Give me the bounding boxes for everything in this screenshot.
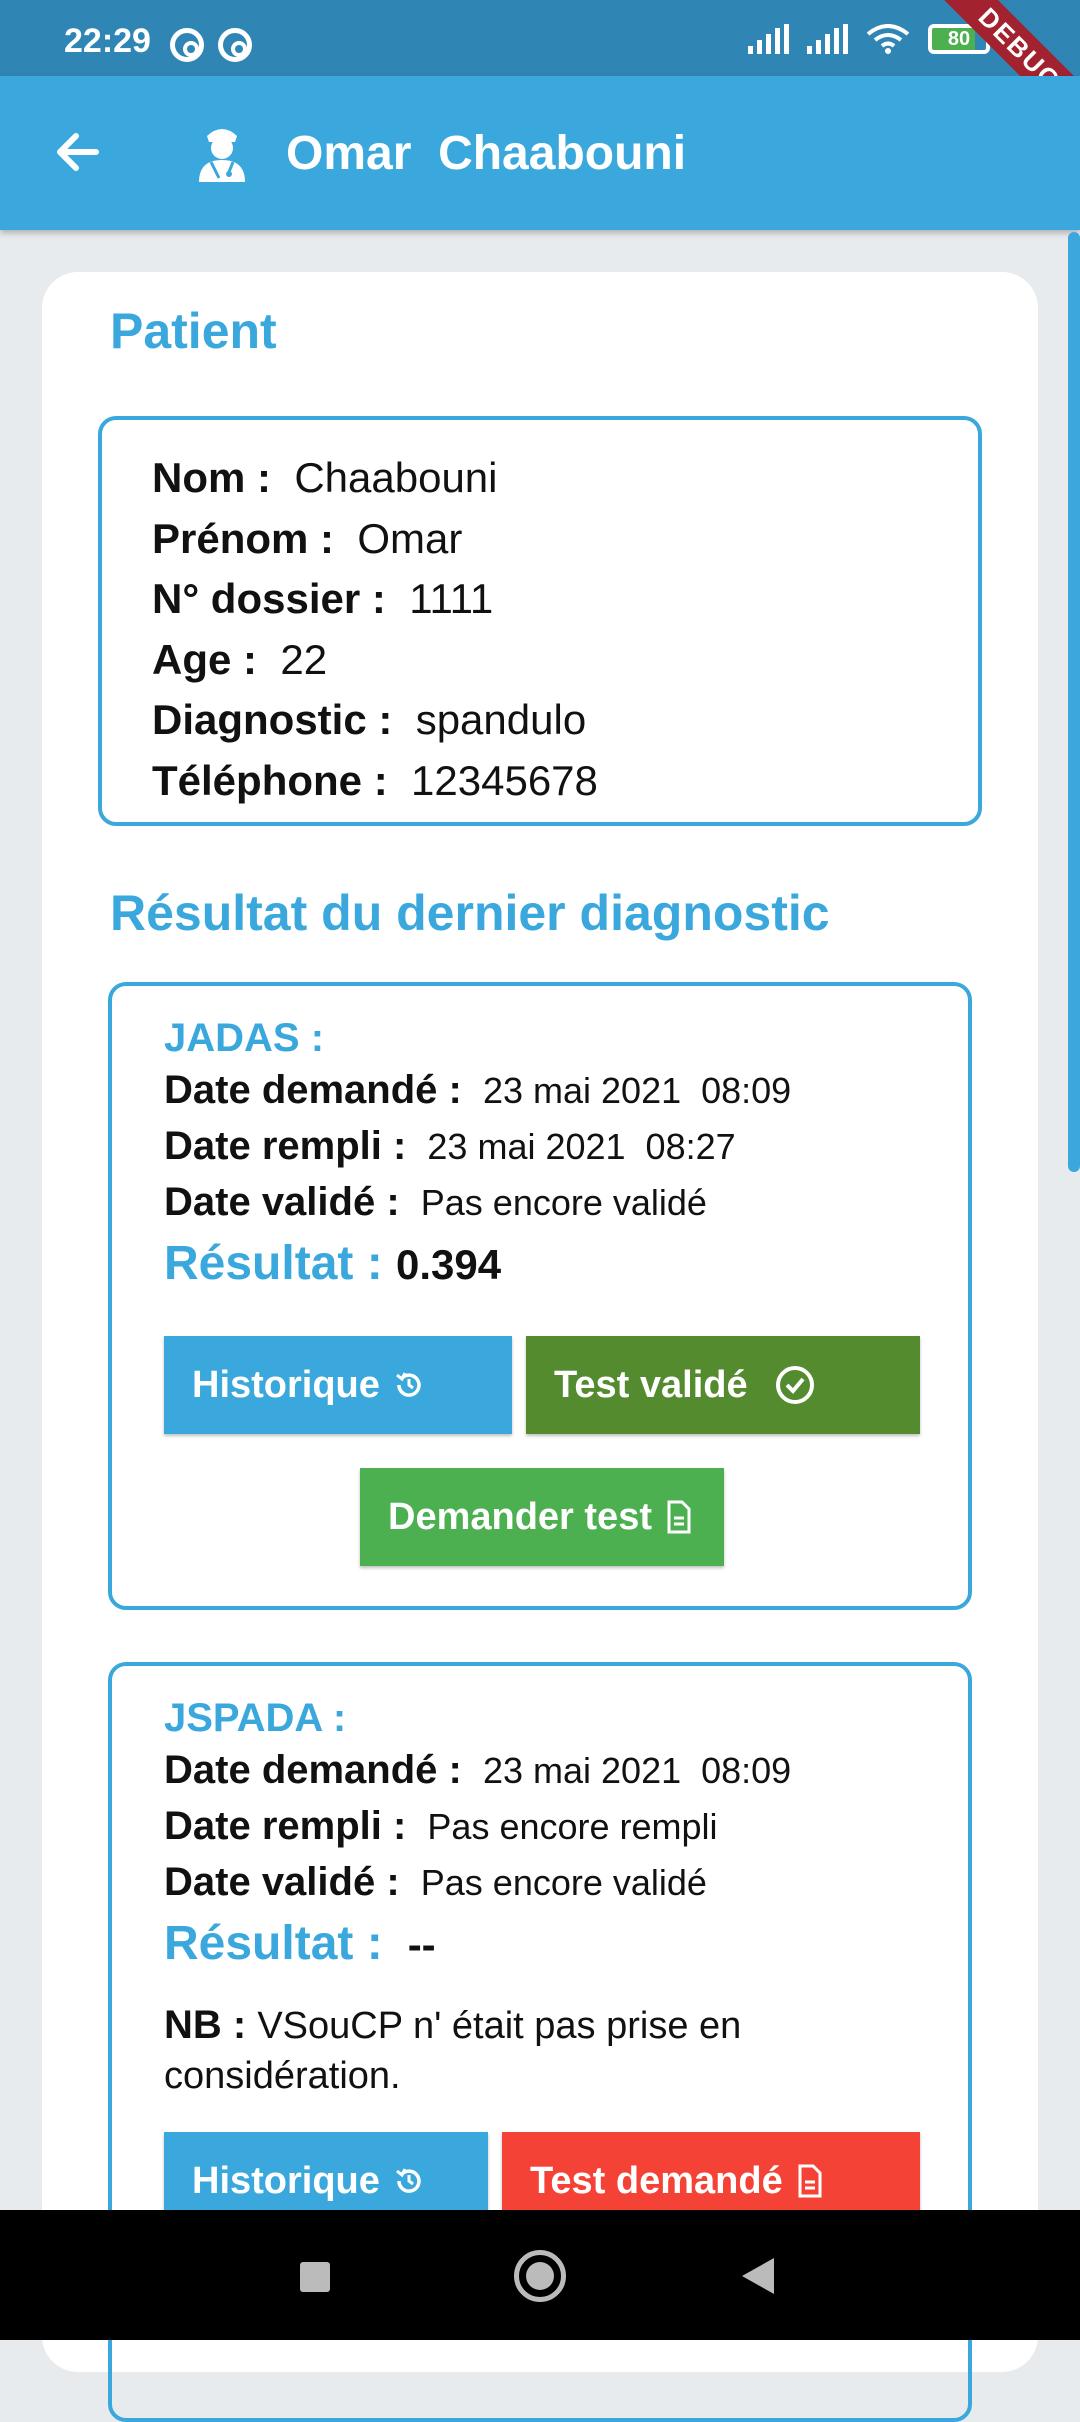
date-demande: Date demandé : 23 mai 2021 08:09 <box>164 1748 792 1792</box>
page-title: Omar Chaabouni <box>286 127 687 180</box>
test-card-jadas: JADAS : Date demandé : 23 mai 2021 08:09… <box>108 982 972 1610</box>
date-valide: Date validé : Pas encore validé <box>164 1860 707 1904</box>
field-nom: Nom : Chaabouni <box>152 454 498 501</box>
field-age: Age : 22 <box>152 635 328 683</box>
patient-info-box: Nom : Chaabouni Prénom : Omar N° dossier… <box>98 416 982 826</box>
nb-note: NB : VSouCP n' était pas prise en consid… <box>164 2003 742 2097</box>
demander-test-button[interactable]: Demander test <box>360 1468 724 1566</box>
patient-card: Patient Nom : Chaabouni Prénom : Omar N°… <box>42 272 1038 2422</box>
resultat: Résultat : 0.394 <box>164 1237 502 1290</box>
field-dossier: N° dossier : 1111 <box>152 575 494 622</box>
notification-icon <box>218 28 252 62</box>
scrollbar[interactable] <box>1068 232 1080 1172</box>
date-rempli: Date rempli : Pas encore rempli <box>164 1804 718 1848</box>
status-bar: 22:29 80 DEBUG <box>0 0 1080 76</box>
system-nav-bar <box>0 2210 1080 2340</box>
notification-icon <box>170 28 204 62</box>
test-name: JSPADA : <box>164 1696 347 1740</box>
resultat: Résultat : -- <box>164 1917 436 1970</box>
section-title-results: Résultat du dernier diagnostic <box>110 885 830 941</box>
home-icon[interactable] <box>514 2250 566 2302</box>
history-icon <box>395 1372 421 1397</box>
field-diagnostic: Diagnostic : spandulo <box>152 696 587 743</box>
test-name: JADAS : <box>164 1016 325 1060</box>
date-demande: Date demandé : 23 mai 2021 08:09 <box>164 1068 792 1112</box>
test-valide-button[interactable]: Test validé <box>526 1336 920 1434</box>
date-valide: Date validé : Pas encore validé <box>164 1180 707 1224</box>
field-prenom: Prénom : Omar <box>152 514 463 562</box>
document-icon <box>667 1500 691 1534</box>
history-icon <box>395 2168 421 2193</box>
document-icon <box>798 2164 822 2198</box>
section-title-patient: Patient <box>110 303 277 359</box>
app-bar: Omar Chaabouni <box>0 76 1080 230</box>
signal-icon <box>807 24 848 54</box>
historique-button[interactable]: Historique <box>164 1336 512 1434</box>
field-telephone: Téléphone : 12345678 <box>152 756 598 804</box>
back-triangle-icon[interactable] <box>742 2258 774 2294</box>
signal-icon <box>748 24 789 54</box>
status-icons: 80 <box>748 24 996 54</box>
arrow-left-icon[interactable] <box>50 124 106 180</box>
date-rempli: Date rempli : 23 mai 2021 08:27 <box>164 1124 736 1168</box>
doctor-icon <box>199 129 245 182</box>
wifi-icon <box>866 24 910 54</box>
notification-icons <box>170 28 252 62</box>
recents-icon[interactable] <box>300 2262 330 2292</box>
check-circle-icon <box>775 1366 814 1404</box>
status-time: 22:29 <box>64 22 151 60</box>
